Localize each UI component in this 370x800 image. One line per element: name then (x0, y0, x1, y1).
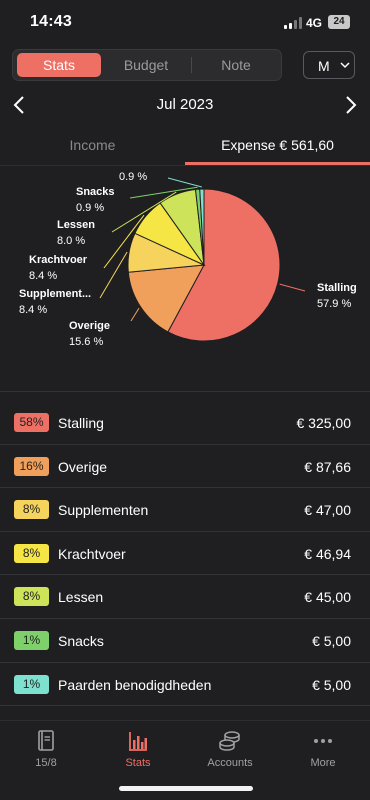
slice-label: Krachtvoer (29, 254, 88, 266)
leader-line (99, 251, 128, 299)
tab-expense[interactable]: Expense € 561,60 (185, 137, 370, 165)
network-label: 4G (306, 16, 323, 30)
tabbar-label: Stats (125, 757, 151, 769)
category-name: Overige (58, 458, 108, 475)
view-segmented-control: Stats Budget Note (12, 49, 282, 81)
category-amount: € 47,00 (304, 502, 351, 519)
tabbar-label: Accounts (207, 757, 253, 769)
tabbar-item-more[interactable]: More (277, 729, 369, 769)
tabbar-item-stats[interactable]: Stats (92, 729, 184, 769)
percent-badge: 8% (14, 587, 49, 607)
slice-percent: 15.6 % (69, 336, 103, 348)
list-item[interactable]: 16% Overige € 87,66 (0, 445, 370, 489)
percent-badge: 1% (14, 674, 49, 694)
leader-line (167, 177, 202, 188)
tabbar-label: 15/8 (35, 757, 57, 769)
expense-pie-chart: Stalling 57.9 % Overige 15.6 % Supplement...… (19, 171, 357, 348)
percent-badge: 16% (14, 456, 49, 476)
list-item[interactable]: 8% Supplementen € 47,00 (0, 488, 370, 532)
slice-label: Lessen (57, 219, 95, 231)
category-name: Stalling (58, 415, 104, 431)
category-amount: € 46,94 (304, 545, 351, 562)
slice-label: Overige (69, 320, 110, 332)
slice-percent: 8.4 % (19, 304, 47, 316)
tab-stats[interactable]: Stats (17, 53, 101, 77)
slice-label: Snacks (76, 186, 115, 198)
category-amount: € 325,00 (296, 415, 352, 431)
category-amount: € 5,00 (312, 676, 351, 693)
tab-income[interactable]: Income (0, 137, 185, 165)
period-label: M (318, 58, 330, 74)
slice-percent: 8.0 % (57, 235, 85, 247)
list-item[interactable]: 8% Lessen € 45,00 (0, 575, 370, 619)
percent-badge: 1% (14, 630, 49, 650)
category-amount: € 87,66 (304, 458, 351, 475)
battery-icon: 24 (328, 15, 350, 29)
list-item[interactable]: 1% Paarden benodigdheden € 5,00 (0, 663, 370, 707)
category-name: Paarden benodigdheden (58, 676, 212, 693)
slice-percent: 0.9 % (119, 171, 147, 183)
stats-icon (129, 732, 147, 751)
tabbar-item-daily[interactable]: 15/8 (0, 729, 92, 769)
category-amount: € 5,00 (312, 632, 351, 649)
slice-label: Stalling (317, 282, 357, 294)
category-name: Lessen (58, 589, 104, 606)
category-amount: € 45,00 (304, 589, 351, 606)
chevron-down-icon (340, 62, 350, 69)
category-name: Supplementen (58, 502, 149, 519)
list-item[interactable]: 58% Stalling € 325,00 (0, 401, 370, 445)
period-select[interactable]: M (303, 51, 355, 79)
category-name: Krachtvoer (58, 545, 126, 562)
signal-icon (284, 17, 302, 29)
status-bar: 14:43 4G 24 (0, 0, 370, 44)
chevron-right-icon[interactable] (344, 96, 358, 114)
percent-badge: 8% (14, 500, 49, 520)
slice-percent: 57.9 % (317, 298, 351, 310)
slice-percent: 8.4 % (29, 270, 57, 282)
slice-percent: 0.9 % (76, 202, 104, 214)
segment-divider (191, 57, 192, 73)
status-time: 14:43 (30, 13, 72, 30)
tabbar-label: More (310, 757, 336, 769)
percent-badge: 58% (14, 413, 49, 432)
coins-icon (219, 731, 240, 751)
tab-budget[interactable]: Budget (103, 53, 189, 77)
leader-line (130, 307, 140, 322)
list-item[interactable]: 8% Krachtvoer € 46,94 (0, 532, 370, 576)
category-name: Snacks (58, 632, 104, 649)
list-item[interactable]: 1% Snacks € 5,00 (0, 619, 370, 663)
tab-note[interactable]: Note (193, 53, 279, 77)
more-icon (314, 739, 332, 743)
slice-label: Supplement... (19, 288, 91, 300)
month-title: Jul 2023 (156, 96, 214, 113)
category-list: 58% Stalling € 325,00 16% Overige € 87,66 8% Su… (0, 401, 370, 707)
leader-line (279, 283, 306, 292)
home-indicator (119, 786, 253, 791)
percent-badge: 8% (14, 543, 49, 563)
tabbar-item-accounts[interactable]: Accounts (184, 729, 276, 769)
section-divider (0, 391, 370, 392)
book-icon (38, 730, 54, 751)
